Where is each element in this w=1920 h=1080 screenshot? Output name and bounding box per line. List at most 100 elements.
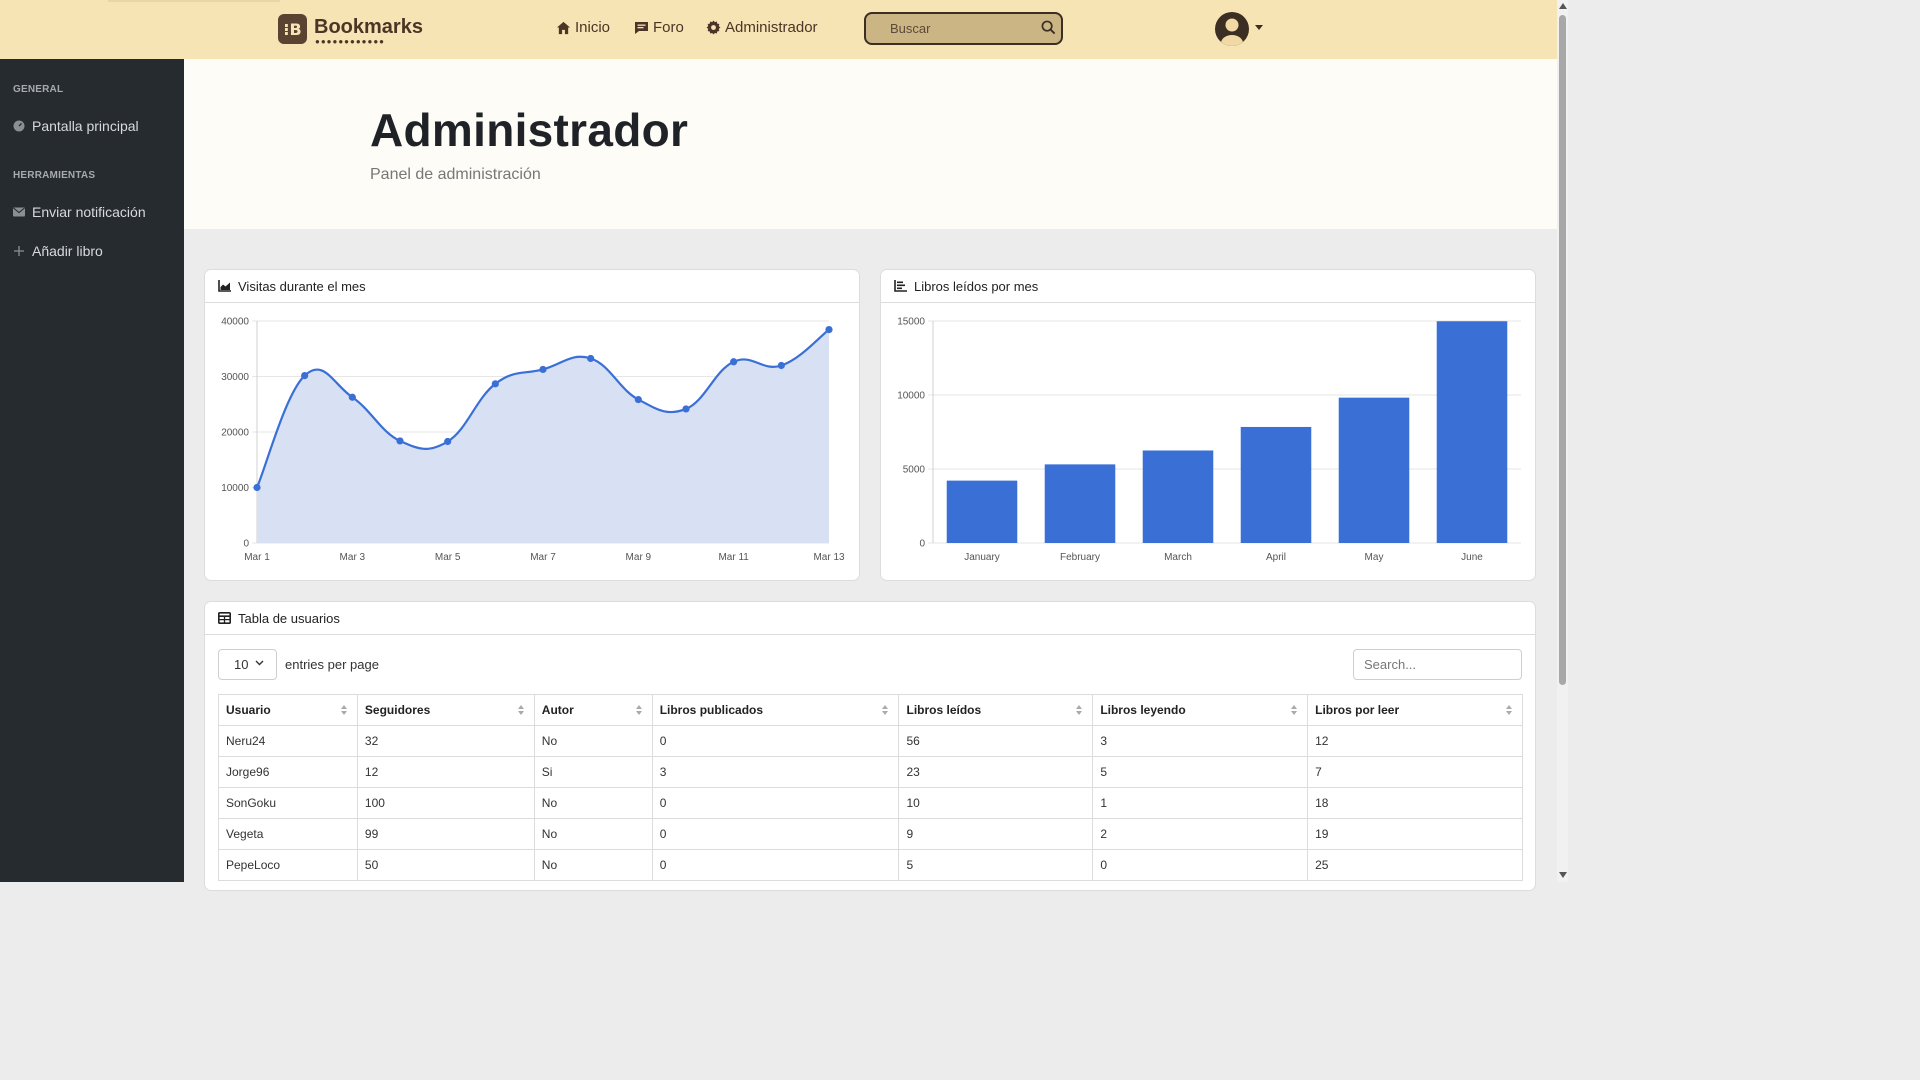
column-header-label: Usuario (226, 703, 271, 717)
y-tick-label: 15000 (897, 317, 925, 328)
table-search-input[interactable] (1353, 649, 1522, 680)
scroll-thumb[interactable] (1559, 15, 1566, 685)
y-tick-label: 10000 (221, 483, 249, 494)
sort-icon[interactable] (1506, 705, 1512, 715)
chevron-down-icon[interactable] (1255, 25, 1263, 30)
page-scrollbar[interactable] (1557, 0, 1568, 882)
sort-icon[interactable] (1076, 705, 1083, 715)
table-cell: Vegeta (218, 818, 358, 850)
table-cell: 18 (1307, 787, 1523, 819)
bar (1338, 397, 1410, 543)
sort-icon[interactable] (517, 705, 524, 715)
column-header[interactable]: Libros leyendo (1092, 694, 1309, 726)
column-header-label: Libros por leer (1315, 703, 1400, 717)
bar (1142, 450, 1214, 543)
brand-dots: ●●●●●●●●●●●● (315, 37, 385, 46)
user-avatar[interactable] (1215, 12, 1249, 46)
plus-icon (13, 245, 25, 257)
tabla-card-title: Tabla de usuarios (238, 610, 340, 626)
sort-icon[interactable] (635, 705, 642, 715)
tabla-card-header: Tabla de usuarios (205, 602, 1535, 635)
nav-inicio-label: Inicio (575, 19, 611, 36)
page-subtitle: Panel de administración (370, 166, 541, 183)
sort-icon[interactable] (340, 705, 347, 715)
entries-per-page: 10 entries per page (218, 649, 379, 680)
nav-inicio[interactable]: Inicio (556, 19, 610, 36)
x-tick-label: June (1461, 552, 1483, 563)
table-row[interactable]: Neru24 32 No 0 56 3 12 (218, 725, 1523, 757)
search-icon[interactable] (1041, 20, 1056, 35)
sidebar-item-pantalla-principal[interactable]: Pantalla principal (13, 118, 139, 134)
page-header: Administrador Panel de administración (184, 59, 1557, 229)
libros-card-header: Libros leídos por mes (881, 270, 1535, 303)
book-logo-icon: ⁝B (278, 14, 307, 44)
table-cell: 2 (1092, 818, 1309, 850)
scroll-up-arrow[interactable] (1559, 3, 1567, 9)
top-navbar: ⁝B Bookmarks ●●●●●●●●●●●● Inicio Foro Ad… (0, 0, 1557, 59)
table-row[interactable]: Jorge96 12 Si 3 23 5 7 (218, 756, 1523, 788)
column-header[interactable]: Libros publicados (651, 694, 900, 726)
table-cell: Jorge96 (218, 756, 358, 788)
sidebar-item-enviar-notificacion[interactable]: Enviar notificación (13, 204, 146, 220)
column-header[interactable]: Libros leídos (898, 694, 1094, 726)
scroll-down-arrow[interactable] (1559, 872, 1567, 878)
data-point (682, 405, 690, 413)
table-header-row: Usuario Seguidores Autor Libros publicados L… (218, 694, 1523, 726)
table-cell: SonGoku (218, 787, 358, 819)
column-header-label: Libros publicados (659, 703, 764, 717)
search-input[interactable] (866, 14, 1026, 43)
column-header[interactable]: Libros por leer (1307, 694, 1523, 726)
sort-icon[interactable] (1291, 705, 1298, 715)
y-tick-label: 5000 (903, 465, 926, 476)
data-point (777, 361, 785, 370)
brand-link[interactable]: ⁝B Bookmarks ●●●●●●●●●●●● (278, 14, 423, 46)
table-cell: 12 (356, 756, 535, 788)
table-cell: No (533, 818, 653, 850)
area-fill (257, 329, 829, 543)
x-tick-label: Mar 7 (530, 552, 556, 563)
visitas-card-title: Visitas durante el mes (238, 278, 366, 294)
column-header[interactable]: Usuario (218, 694, 358, 726)
tabla-usuarios-card: Tabla de usuarios 10 entries per page Us… (204, 601, 1536, 891)
x-tick-label: Mar 5 (435, 552, 461, 563)
y-tick-label: 0 (919, 539, 925, 550)
bar (1044, 464, 1116, 543)
table-row[interactable]: PepeLoco 50 No 0 5 0 25 (218, 849, 1523, 881)
users-table: Usuario Seguidores Autor Libros publicados L… (218, 694, 1523, 881)
sidebar-section-herramientas: HERRAMIENTAS (13, 170, 96, 181)
x-tick-label: February (1060, 552, 1100, 563)
x-tick-label: April (1266, 552, 1286, 563)
nav-foro[interactable]: Foro (634, 19, 684, 36)
x-tick-label: March (1164, 552, 1192, 563)
entries-label: entries per page (285, 657, 379, 672)
table-row[interactable]: Vegeta 99 No 0 9 2 19 (218, 818, 1523, 850)
table-icon (218, 612, 231, 624)
data-point (539, 365, 547, 374)
table-cell: 10 (898, 787, 1094, 819)
chevron-down-icon (255, 660, 264, 666)
table-cell: Si (533, 756, 653, 788)
table-cell: No (533, 725, 653, 757)
nav-administrador[interactable]: Administrador (706, 19, 818, 36)
nav-admin-label: Administrador (725, 19, 818, 36)
column-header[interactable]: Autor (533, 694, 653, 726)
sidebar-item-anadir-libro[interactable]: Añadir libro (13, 243, 103, 259)
table-cell: 0 (1092, 849, 1309, 881)
bar-chart-icon (894, 280, 907, 292)
table-cell: 0 (651, 849, 900, 881)
x-tick-label: Mar 9 (626, 552, 652, 563)
x-tick-label: Mar 11 (718, 552, 749, 563)
users-table-body: Neru24 32 No 0 56 3 12 Jorge96 12 Si 3 23 5 7 SonGoku 1… (218, 725, 1523, 881)
sort-icon[interactable] (882, 705, 889, 715)
bar (1436, 321, 1508, 543)
column-header[interactable]: Seguidores (356, 694, 535, 726)
bar (1240, 426, 1312, 543)
y-tick-label: 20000 (221, 428, 249, 439)
entries-select[interactable]: 10 (218, 649, 277, 680)
envelope-icon (13, 206, 25, 218)
table-cell: 9 (898, 818, 1094, 850)
data-point (587, 354, 595, 363)
table-cell: No (533, 787, 653, 819)
table-row[interactable]: SonGoku 100 No 0 10 1 18 (218, 787, 1523, 819)
data-point (348, 393, 356, 401)
